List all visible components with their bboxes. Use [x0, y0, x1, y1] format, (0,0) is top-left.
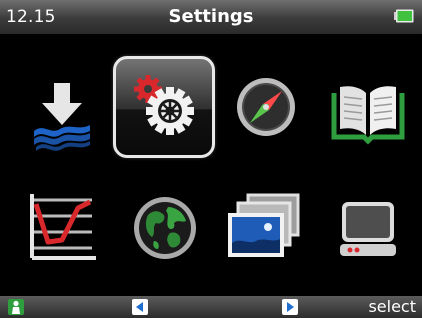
photos-icon	[228, 193, 300, 257]
tile-settings[interactable]	[113, 56, 215, 158]
open-book-icon	[331, 86, 405, 145]
download-waves-icon	[34, 83, 90, 151]
tile-display[interactable]	[320, 180, 416, 276]
tile-compass[interactable]	[218, 59, 314, 155]
person-icon[interactable]	[8, 299, 24, 315]
arrow-right-icon[interactable]	[282, 299, 298, 315]
select-softkey[interactable]: select	[368, 297, 416, 316]
settings-screen: 12.15 Settings select	[0, 0, 422, 318]
arrow-left-icon[interactable]	[132, 299, 148, 315]
tile-chart[interactable]	[14, 180, 110, 276]
softkey-bar: select	[0, 296, 422, 318]
tile-globe[interactable]	[117, 180, 213, 276]
globe-icon	[134, 197, 196, 259]
monitor-icon	[340, 202, 396, 256]
settings-gears-icon	[134, 75, 194, 135]
tile-photos[interactable]	[216, 180, 312, 276]
status-bar: 12.15 Settings	[0, 0, 422, 34]
tile-download[interactable]	[14, 67, 110, 163]
battery-icon	[394, 9, 414, 23]
tile-book[interactable]	[320, 63, 416, 159]
compass-icon	[237, 78, 295, 136]
line-chart-icon	[30, 194, 96, 260]
page-title: Settings	[168, 6, 254, 27]
